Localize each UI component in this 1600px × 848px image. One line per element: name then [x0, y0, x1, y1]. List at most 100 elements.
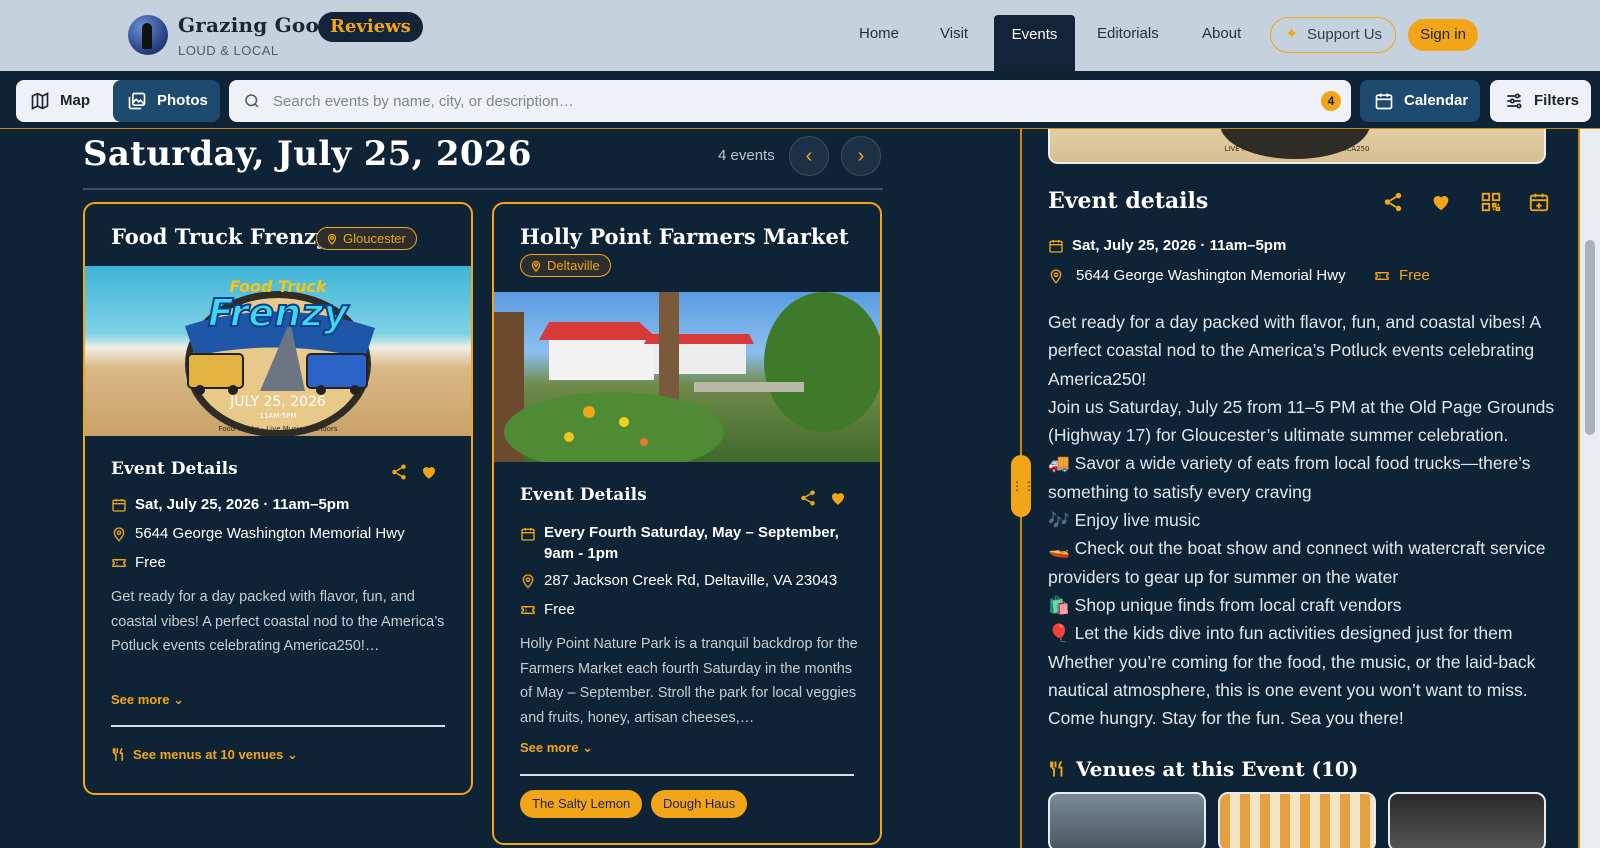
card-divider — [520, 774, 854, 776]
calendar-label: Calendar — [1404, 92, 1469, 109]
description-paragraph: 🚤 Check out the boat show and connect wi… — [1048, 538, 1546, 587]
market-scene-icon — [494, 292, 880, 462]
sliders-icon — [1507, 93, 1522, 109]
map-pin-icon — [531, 260, 541, 272]
support-us-label: Support Us — [1307, 26, 1383, 43]
brand-badge: Reviews — [318, 12, 423, 42]
poster-date: JULY 25, 2026 — [229, 394, 326, 410]
calendar-icon — [1375, 93, 1393, 110]
venues-heading: Venues at this Event (10) — [1048, 757, 1358, 781]
event-date: Sat, July 25, 2026 · 11am–5pm — [135, 496, 350, 513]
goose-logo-icon[interactable] — [128, 15, 168, 55]
nav-about[interactable]: About — [1202, 25, 1241, 42]
heart-icon[interactable] — [1430, 191, 1452, 213]
nav-events[interactable]: Events — [994, 15, 1075, 71]
poster-time: 11AM-5PM — [260, 412, 297, 420]
chevron-down-icon: ⌄ — [286, 747, 298, 762]
event-title[interactable]: Holly Point Farmers Market — [520, 224, 849, 249]
panel-description: Get ready for a day packed with flavor, … — [1048, 308, 1558, 732]
photos-label: Photos — [157, 92, 208, 109]
calendar-icon — [1049, 240, 1063, 253]
venue-thumbnail[interactable] — [1218, 792, 1376, 848]
search-input[interactable] — [273, 80, 1293, 122]
utensils-icon — [112, 747, 124, 761]
event-date: Every Fourth Saturday, May – September, … — [544, 524, 839, 562]
share-icon[interactable] — [799, 489, 817, 507]
scrollbar-thumb[interactable] — [1585, 240, 1595, 435]
map-label: Map — [60, 92, 90, 109]
search-icon — [245, 94, 259, 108]
map-pin-icon — [113, 527, 125, 542]
photos-icon — [128, 92, 146, 110]
heart-icon[interactable] — [829, 489, 847, 507]
event-description: Get ready for a day packed with flavor, … — [111, 589, 445, 654]
heart-icon[interactable] — [420, 463, 438, 481]
search-bar: 4 — [229, 80, 1351, 122]
food-truck-frenzy-poster[interactable]: Food Truck Frenzy JULY 25, 2026 11AM-5PM… — [85, 266, 471, 436]
description-paragraph: 🎈 Let the kids dive into fun activities … — [1048, 623, 1513, 644]
prev-day-button[interactable]: ‹ — [789, 136, 829, 176]
see-menus-button[interactable]: See menus at 10 venues ⌄ — [111, 747, 298, 763]
venue-thumbnail[interactable] — [1048, 792, 1206, 848]
event-card-food-truck-frenzy[interactable]: Food Truck Frenzy Gloucester Food Truck … — [83, 202, 473, 795]
result-count-badge: 4 — [1321, 91, 1341, 111]
nav-editorials[interactable]: Editorials — [1097, 25, 1159, 42]
qr-code-icon[interactable] — [1480, 191, 1502, 213]
see-more-link[interactable]: See more ⌄ — [111, 692, 184, 708]
description-paragraph: Join us Saturday, July 25 from 11–5 PM a… — [1048, 396, 1555, 446]
see-more-label: See more — [520, 740, 579, 755]
chevron-down-icon: ⌄ — [173, 692, 185, 707]
sign-in-button[interactable]: Sign in — [1408, 19, 1478, 51]
chevron-left-icon: ‹ — [805, 145, 813, 167]
panel-image-caption: LIVE MU · COASTAL NOD TO AMERICA250 — [1224, 145, 1370, 153]
farmers-market-photo[interactable] — [494, 292, 880, 462]
day-title: Saturday, July 25, 2026 — [83, 134, 532, 174]
venue-thumbnail[interactable] — [1388, 792, 1546, 848]
poster-graphic-icon: Food Truck Frenzy JULY 25, 2026 11AM-5PM… — [185, 277, 375, 436]
panel-date: Sat, July 25, 2026 · 11am–5pm — [1072, 237, 1287, 254]
event-description: Holly Point Nature Park is a tranquil ba… — [520, 636, 858, 726]
see-more-link[interactable]: See more ⌄ — [520, 740, 593, 756]
share-icon[interactable] — [1382, 191, 1404, 213]
share-icon[interactable] — [390, 463, 408, 481]
location-chip[interactable]: Deltaville — [520, 254, 611, 277]
scrollbar-track[interactable] — [1580, 129, 1600, 848]
event-price: Free — [544, 601, 575, 618]
poster-line2: Frenzy — [208, 291, 350, 335]
see-menus-label: See menus at 10 venues — [133, 747, 284, 762]
event-card-holly-point-farmers-market[interactable]: Holly Point Farmers Market Deltaville Ev… — [492, 202, 882, 845]
see-more-label: See more — [111, 692, 170, 707]
support-us-button[interactable]: ✦ Support Us — [1270, 17, 1396, 53]
calendar-add-icon[interactable] — [1528, 191, 1550, 213]
description-paragraph: Whether you’re coming for the food, the … — [1048, 651, 1536, 700]
event-address[interactable]: 5644 George Washington Memorial Hwy — [135, 525, 405, 542]
event-details-heading: Event Details — [111, 459, 238, 479]
venues-heading-label: Venues at this Event (10) — [1076, 757, 1359, 781]
ticket-icon — [112, 559, 126, 567]
filters-label: Filters — [1534, 92, 1580, 109]
venue-chip[interactable]: Dough Haus — [651, 790, 748, 818]
site-header: Grazing Goose Reviews LOUD & LOCAL Home … — [0, 0, 1600, 71]
filters-button[interactable]: Filters — [1490, 80, 1591, 122]
panel-address[interactable]: 5644 George Washington Memorial Hwy — [1076, 267, 1346, 284]
calendar-button[interactable]: Calendar — [1360, 80, 1480, 122]
event-address[interactable]: 287 Jackson Creek Rd, Deltaville, VA 230… — [544, 572, 837, 589]
map-icon — [31, 92, 49, 110]
event-details-heading: Event Details — [520, 485, 647, 505]
event-toolbar: Map Photos 4 Calendar Filters — [0, 71, 1600, 129]
description-paragraph: Get ready for a day packed with flavor, … — [1048, 312, 1541, 389]
venue-chip[interactable]: The Salty Lemon — [520, 790, 643, 818]
sparkle-icon: ✦ — [1285, 26, 1299, 43]
panel-event-image[interactable]: LIVE MU · COASTAL NOD TO AMERICA250 — [1048, 129, 1546, 164]
location-chip[interactable]: Gloucester — [316, 227, 417, 250]
calendar-icon — [112, 499, 126, 512]
map-pin-icon — [1050, 269, 1062, 284]
panel-resize-handle[interactable]: ⋮⋮ — [1011, 455, 1035, 517]
utensils-icon — [1050, 760, 1063, 777]
event-title[interactable]: Food Truck Frenzy — [111, 224, 328, 249]
nav-visit[interactable]: Visit — [940, 25, 968, 42]
nav-home[interactable]: Home — [859, 25, 899, 42]
description-paragraph: 🎶 Enjoy live music — [1048, 510, 1201, 531]
next-day-button[interactable]: › — [841, 136, 881, 176]
photos-button[interactable]: Photos — [113, 80, 220, 122]
